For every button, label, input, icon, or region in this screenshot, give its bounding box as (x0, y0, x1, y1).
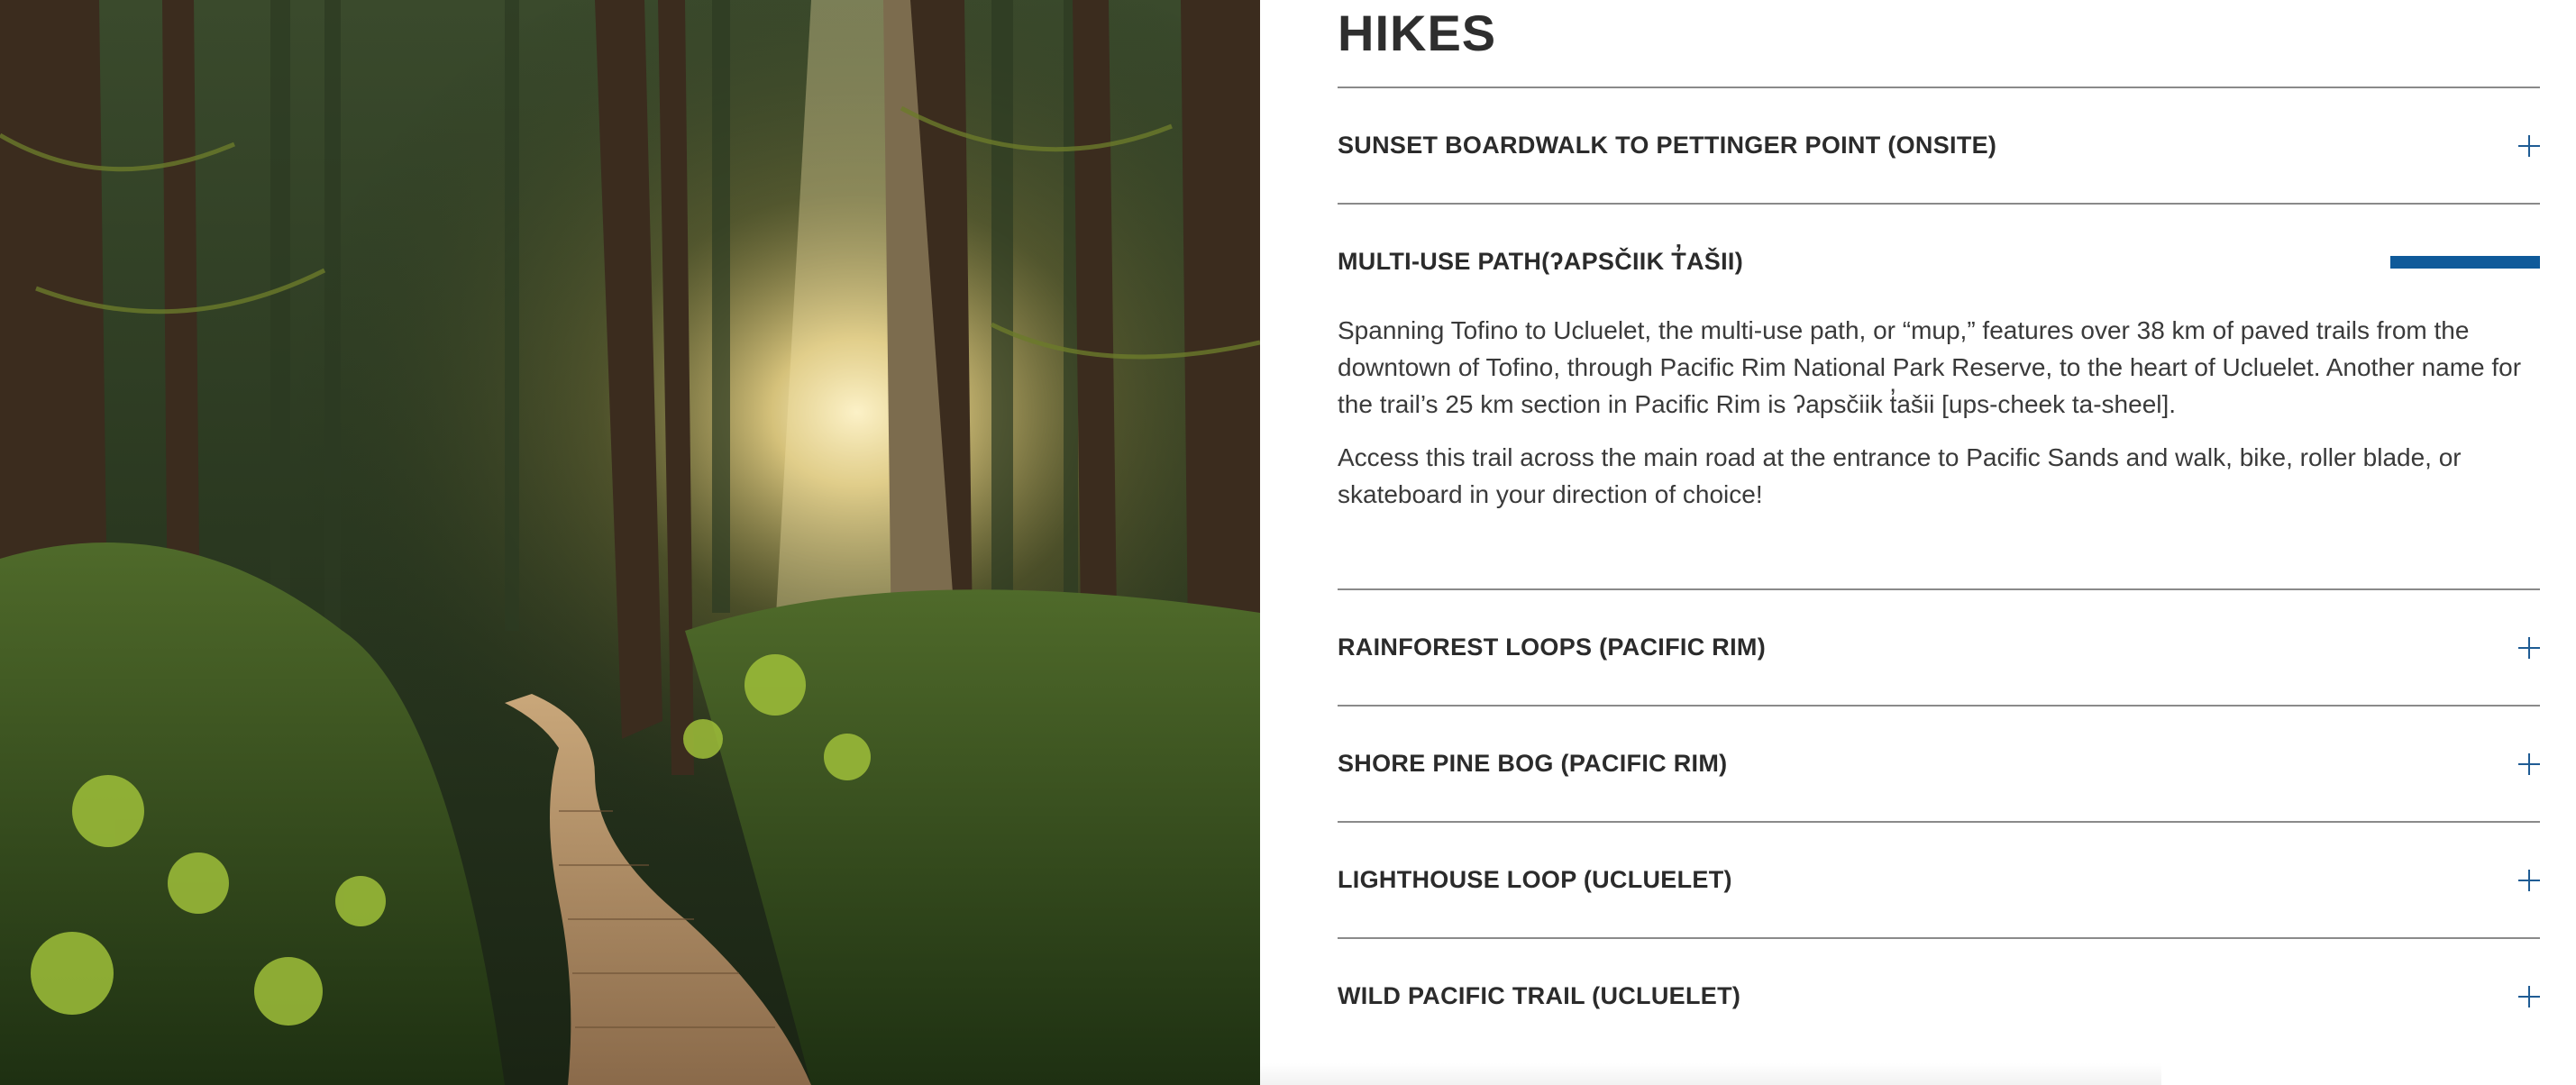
accordion-item: SUNSET BOARDWALK TO PETTINGER POINT (ONS… (1338, 87, 2540, 203)
accordion-header-lighthouse-loop[interactable]: LIGHTHOUSE LOOP (UCLUELET) (1338, 823, 2540, 937)
plus-icon[interactable] (2518, 636, 2540, 659)
hikes-section: HIKES SUNSET BOARDWALK TO PETTINGER POIN… (1338, 0, 2540, 1085)
accordion-header-wild-pacific-trail[interactable]: WILD PACIFIC TRAIL (UCLUELET) (1338, 939, 2540, 1053)
accordion-paragraph: Access this trail across the main road a… (1338, 443, 2462, 508)
accordion-paragraph: Spanning Tofino to Ucluelet, the multi-u… (1338, 316, 2522, 418)
page: HIKES SUNSET BOARDWALK TO PETTINGER POIN… (0, 0, 2576, 1085)
accordion-body: Spanning Tofino to Ucluelet, the multi-u… (1338, 312, 2540, 588)
forest-boardwalk-photo (0, 0, 1260, 1085)
accordion-title: MULTI-USE PATH(ʔAPSČIIK T̓AŠII) (1338, 248, 1743, 275)
accordion-title: RAINFOREST LOOPS (PACIFIC RIM) (1338, 634, 1766, 661)
plus-icon[interactable] (2518, 985, 2540, 1008)
section-title: HIKES (1338, 5, 1497, 61)
accordion-header-shore-pine-bog[interactable]: SHORE PINE BOG (PACIFIC RIM) (1338, 707, 2540, 821)
minus-icon[interactable] (2390, 255, 2540, 269)
accordion-item: RAINFOREST LOOPS (PACIFIC RIM) (1338, 588, 2540, 705)
accordion-item: MULTI-USE PATH(ʔAPSČIIK T̓AŠII) Spanning… (1338, 203, 2540, 588)
hikes-accordion: SUNSET BOARDWALK TO PETTINGER POINT (ONS… (1338, 87, 2540, 1053)
accordion-title: SHORE PINE BOG (PACIFIC RIM) (1338, 750, 1728, 777)
accordion-header-sunset-boardwalk[interactable]: SUNSET BOARDWALK TO PETTINGER POINT (ONS… (1338, 88, 2540, 203)
accordion-title: SUNSET BOARDWALK TO PETTINGER POINT (ONS… (1338, 132, 1997, 159)
accordion-header-rainforest-loops[interactable]: RAINFOREST LOOPS (PACIFIC RIM) (1338, 590, 2540, 705)
accordion-title: WILD PACIFIC TRAIL (UCLUELET) (1338, 982, 1741, 1009)
plus-icon[interactable] (2518, 869, 2540, 891)
accordion-header-multi-use-path[interactable]: MULTI-USE PATH(ʔAPSČIIK T̓AŠII) (1338, 205, 2540, 319)
plus-icon[interactable] (2518, 752, 2540, 775)
accordion-title: LIGHTHOUSE LOOP (UCLUELET) (1338, 866, 1732, 893)
accordion-item: WILD PACIFIC TRAIL (UCLUELET) (1338, 937, 2540, 1053)
accordion-item: SHORE PINE BOG (PACIFIC RIM) (1338, 705, 2540, 821)
plus-icon[interactable] (2518, 134, 2540, 157)
accordion-item: LIGHTHOUSE LOOP (UCLUELET) (1338, 821, 2540, 937)
